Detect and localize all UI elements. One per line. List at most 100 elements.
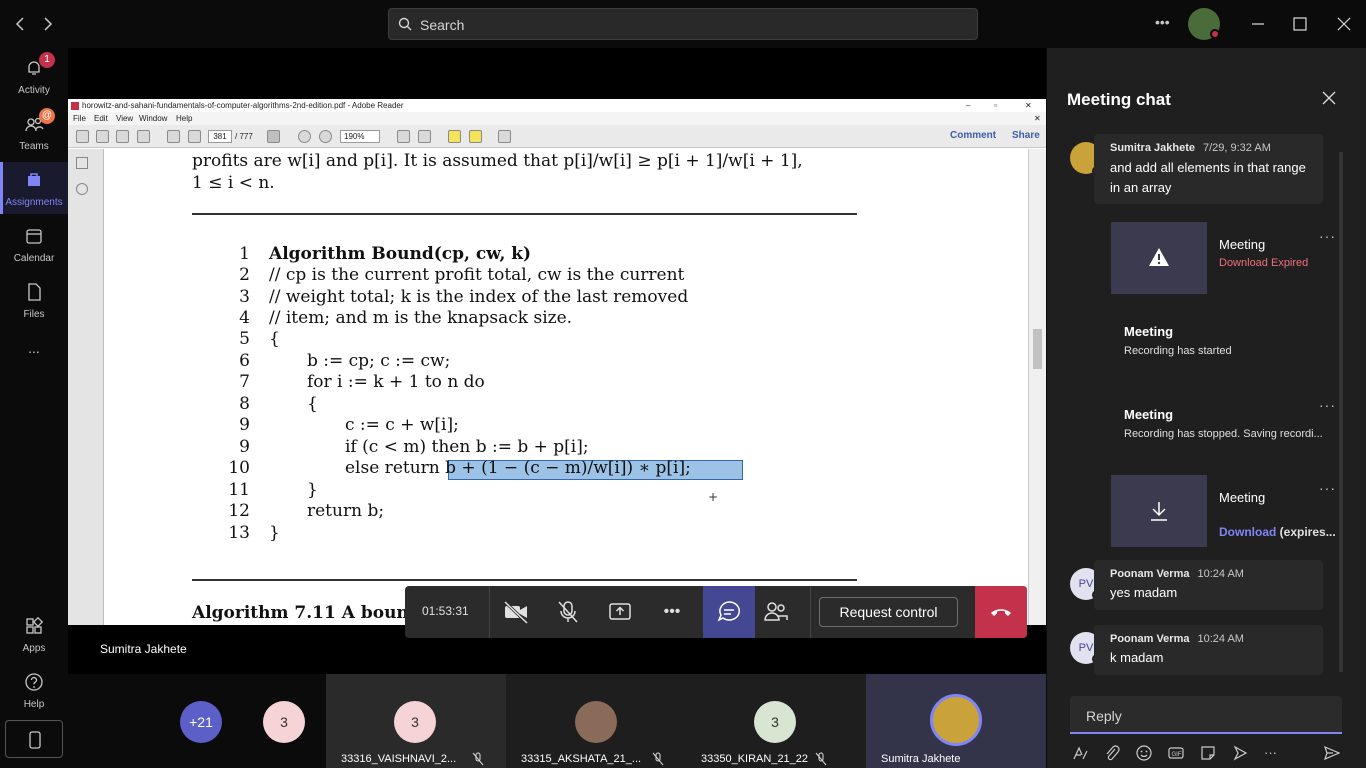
menu-edit[interactable]: Edit — [94, 112, 108, 125]
attachment-icon[interactable] — [76, 183, 88, 195]
save-icon[interactable] — [96, 130, 109, 143]
fit-page-icon[interactable] — [397, 130, 410, 143]
download-link[interactable]: Download — [1219, 525, 1276, 539]
line-number: 5 — [239, 329, 250, 349]
reader-close-icon[interactable]: ✕ — [1025, 99, 1032, 112]
card-title: Meeting — [1219, 237, 1266, 252]
rail-item-apps[interactable]: Apps — [0, 608, 68, 660]
format-icon[interactable] — [1072, 745, 1088, 761]
fit-width-icon[interactable] — [418, 130, 431, 143]
rail-item-teams[interactable]: @ Teams — [0, 106, 68, 158]
search-input[interactable]: Search — [388, 8, 978, 40]
chat-toggle-button[interactable] — [703, 586, 755, 638]
back-icon[interactable] — [10, 14, 30, 34]
mobile-download-button[interactable] — [5, 720, 63, 758]
zoom-in-icon[interactable] — [319, 130, 332, 143]
chat-message[interactable]: Poonam Verma 10:24 AM yes madam — [1094, 560, 1323, 610]
rail-item-help[interactable]: Help — [0, 664, 68, 716]
participant-name: 33316_VAISHNAVI_2... — [341, 753, 457, 765]
gif-icon[interactable]: GIF — [1168, 745, 1184, 761]
maximize-icon[interactable] — [1290, 14, 1310, 34]
divider — [810, 586, 811, 638]
page-up-icon[interactable] — [167, 130, 180, 143]
line-number: 2 — [239, 265, 250, 285]
rail-item-assignments[interactable]: Assignments — [0, 162, 68, 214]
more-options-icon[interactable]: ··· — [1319, 397, 1336, 413]
reader-minimize-icon[interactable]: – — [966, 99, 970, 112]
menu-help[interactable]: Help — [176, 112, 192, 125]
participant-tile[interactable]: Sumitra Jakhete — [866, 674, 1046, 768]
expand-icon[interactable] — [498, 130, 511, 143]
reply-input[interactable]: Reply — [1070, 696, 1342, 734]
code-line: b := cp; c := cw; — [307, 351, 451, 371]
menu-view[interactable]: View — [116, 112, 133, 125]
schedule-meeting-icon[interactable] — [1232, 745, 1248, 761]
email-icon[interactable] — [137, 130, 150, 143]
page-down-icon[interactable] — [188, 130, 201, 143]
reader-title-bar: horowitz-and-sahani-fundamentals-of-comp… — [68, 99, 1046, 112]
rail-more-button[interactable]: ... — [0, 340, 68, 360]
emoji-icon[interactable] — [1136, 745, 1152, 761]
attach-icon[interactable] — [1104, 745, 1120, 761]
code-line: } — [307, 480, 318, 500]
chat-message[interactable]: Sumitra Jakhete 7/29, 9:32 AM and add all… — [1094, 134, 1323, 204]
chat-message[interactable]: Poonam Verma 10:24 AM k madam — [1094, 625, 1323, 675]
menu-file[interactable]: File — [73, 112, 86, 125]
zoom-select[interactable]: 190% — [340, 130, 380, 143]
rail-item-calendar[interactable]: Calendar — [0, 218, 68, 270]
camera-off-icon[interactable] — [502, 598, 530, 626]
presenter-name: Sumitra Jakhete — [100, 642, 187, 656]
code-line: { — [269, 329, 280, 349]
rail-item-files[interactable]: Files — [0, 274, 68, 326]
menu-window[interactable]: Window — [139, 112, 167, 125]
card-title: Meeting — [1124, 324, 1174, 339]
share-screen-icon[interactable] — [606, 598, 634, 626]
participant-tile[interactable]: 33315_AKSHATA_21_... — [506, 674, 686, 768]
card-subtitle: Recording has started — [1124, 345, 1232, 357]
participant-name: 33315_AKSHATA_21_... — [521, 753, 642, 765]
share-button[interactable]: Share — [1012, 130, 1040, 141]
card-subtitle: (expires... — [1279, 525, 1336, 539]
menu-close-icon[interactable]: ✕ — [1034, 112, 1041, 125]
participant-tile[interactable]: 3 33316_VAISHNAVI_2... — [326, 674, 506, 768]
participants-icon[interactable] — [762, 598, 790, 626]
participant-overflow[interactable]: +21 3 — [180, 674, 326, 768]
card-subtitle: Recording has stopped. Saving recordi... — [1124, 428, 1323, 440]
line-number: 4 — [239, 308, 250, 328]
more-options-icon[interactable]: ••• — [1155, 14, 1170, 30]
more-options-icon[interactable]: ··· — [1319, 228, 1336, 244]
meeting-card-download[interactable]: Meeting Download (expires... — [1111, 475, 1341, 547]
close-icon[interactable] — [1321, 90, 1337, 106]
minimize-icon[interactable] — [1248, 14, 1268, 34]
hang-up-button[interactable] — [975, 586, 1027, 638]
sticker-icon[interactable] — [1200, 745, 1216, 761]
select-tool-icon[interactable] — [267, 130, 280, 143]
reader-restore-icon[interactable]: ▫ — [994, 99, 997, 112]
pdf-page: profits are w[i] and p[i]. It is assumed… — [105, 149, 1023, 625]
more-actions-icon[interactable]: ••• — [658, 598, 686, 626]
create-icon[interactable] — [76, 130, 89, 143]
page-number-input[interactable]: 381 — [208, 130, 232, 143]
forward-icon[interactable] — [38, 14, 58, 34]
print-icon[interactable] — [116, 130, 129, 143]
participant-tile[interactable]: 3 33350_KIRAN_21_22 — [686, 674, 866, 768]
more-options-icon[interactable]: ··· — [1264, 745, 1280, 761]
text-line: 1 ≤ i < n. — [192, 173, 275, 193]
zoom-out-icon[interactable] — [298, 130, 311, 143]
code-line: // cp is the current profit total, cw is… — [269, 265, 685, 285]
activity-badge: 1 — [39, 52, 55, 68]
reader-scrollbar[interactable] — [1028, 149, 1046, 625]
send-icon[interactable] — [1324, 745, 1340, 761]
pages-panel-icon[interactable] — [76, 157, 88, 169]
close-icon[interactable] — [1334, 14, 1354, 34]
meeting-card-expired[interactable]: Meeting Download Expired — [1111, 222, 1341, 294]
request-control-button[interactable]: Request control — [819, 597, 958, 627]
mic-off-icon[interactable] — [554, 598, 582, 626]
sticky-note-icon[interactable] — [448, 130, 461, 143]
search-placeholder: Search — [420, 17, 465, 33]
rail-item-activity[interactable]: 1 Activity — [0, 50, 68, 102]
scroll-thumb[interactable] — [1033, 329, 1042, 369]
highlight-icon[interactable] — [469, 130, 482, 143]
comment-button[interactable]: Comment — [950, 130, 996, 141]
more-options-icon[interactable]: ··· — [1319, 480, 1336, 496]
